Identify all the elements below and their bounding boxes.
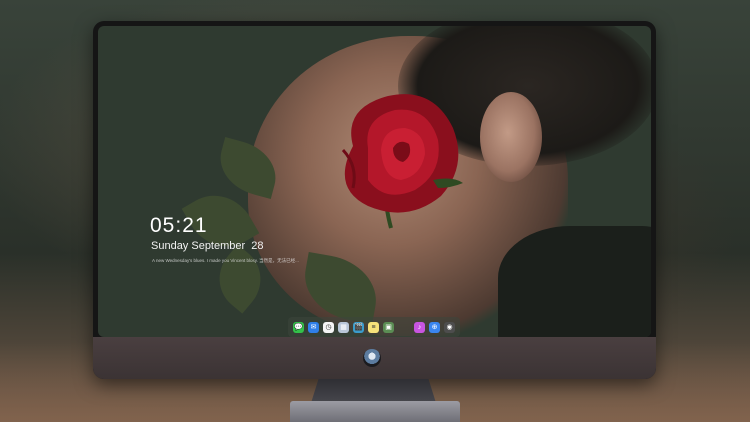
monitor: 05:21 Sunday September 28 A new Wednesda…	[93, 21, 656, 379]
mail-icon[interactable]: ✉	[308, 321, 319, 333]
preview-icon[interactable]: ▦	[338, 321, 349, 333]
clock-icon[interactable]: ◷	[323, 321, 334, 333]
clapper-icon[interactable]: 🎬	[353, 321, 364, 333]
messages-icon[interactable]: 💬	[293, 321, 304, 333]
monitor-stand-base	[290, 401, 460, 422]
lock-clock: 05:21	[150, 214, 208, 237]
safari-icon[interactable]: ⊕	[429, 321, 440, 333]
dock: 💬 ✉ ◷ ▦ 🎬 ≡ ▣ ♪ ⊕ ◉	[288, 317, 460, 337]
lock-screen: 05:21 Sunday September 28 A new Wednesda…	[98, 26, 651, 337]
monitor-stand-neck	[311, 379, 436, 403]
music-icon[interactable]: ♪	[414, 321, 425, 333]
lock-quote: A new Wednesday's blues. I made you Vinc…	[152, 258, 299, 263]
camera-icon[interactable]: ◉	[444, 321, 455, 333]
wallpaper-shirt	[498, 226, 651, 337]
brand-logo-icon	[363, 349, 381, 367]
notes-icon[interactable]: ≡	[368, 321, 379, 333]
wallpaper-ear	[480, 92, 542, 182]
photo-icon[interactable]: ▣	[383, 321, 394, 333]
lock-date: Sunday September 28	[151, 240, 264, 252]
rose-image	[341, 94, 463, 229]
monitor-chin	[93, 337, 656, 379]
